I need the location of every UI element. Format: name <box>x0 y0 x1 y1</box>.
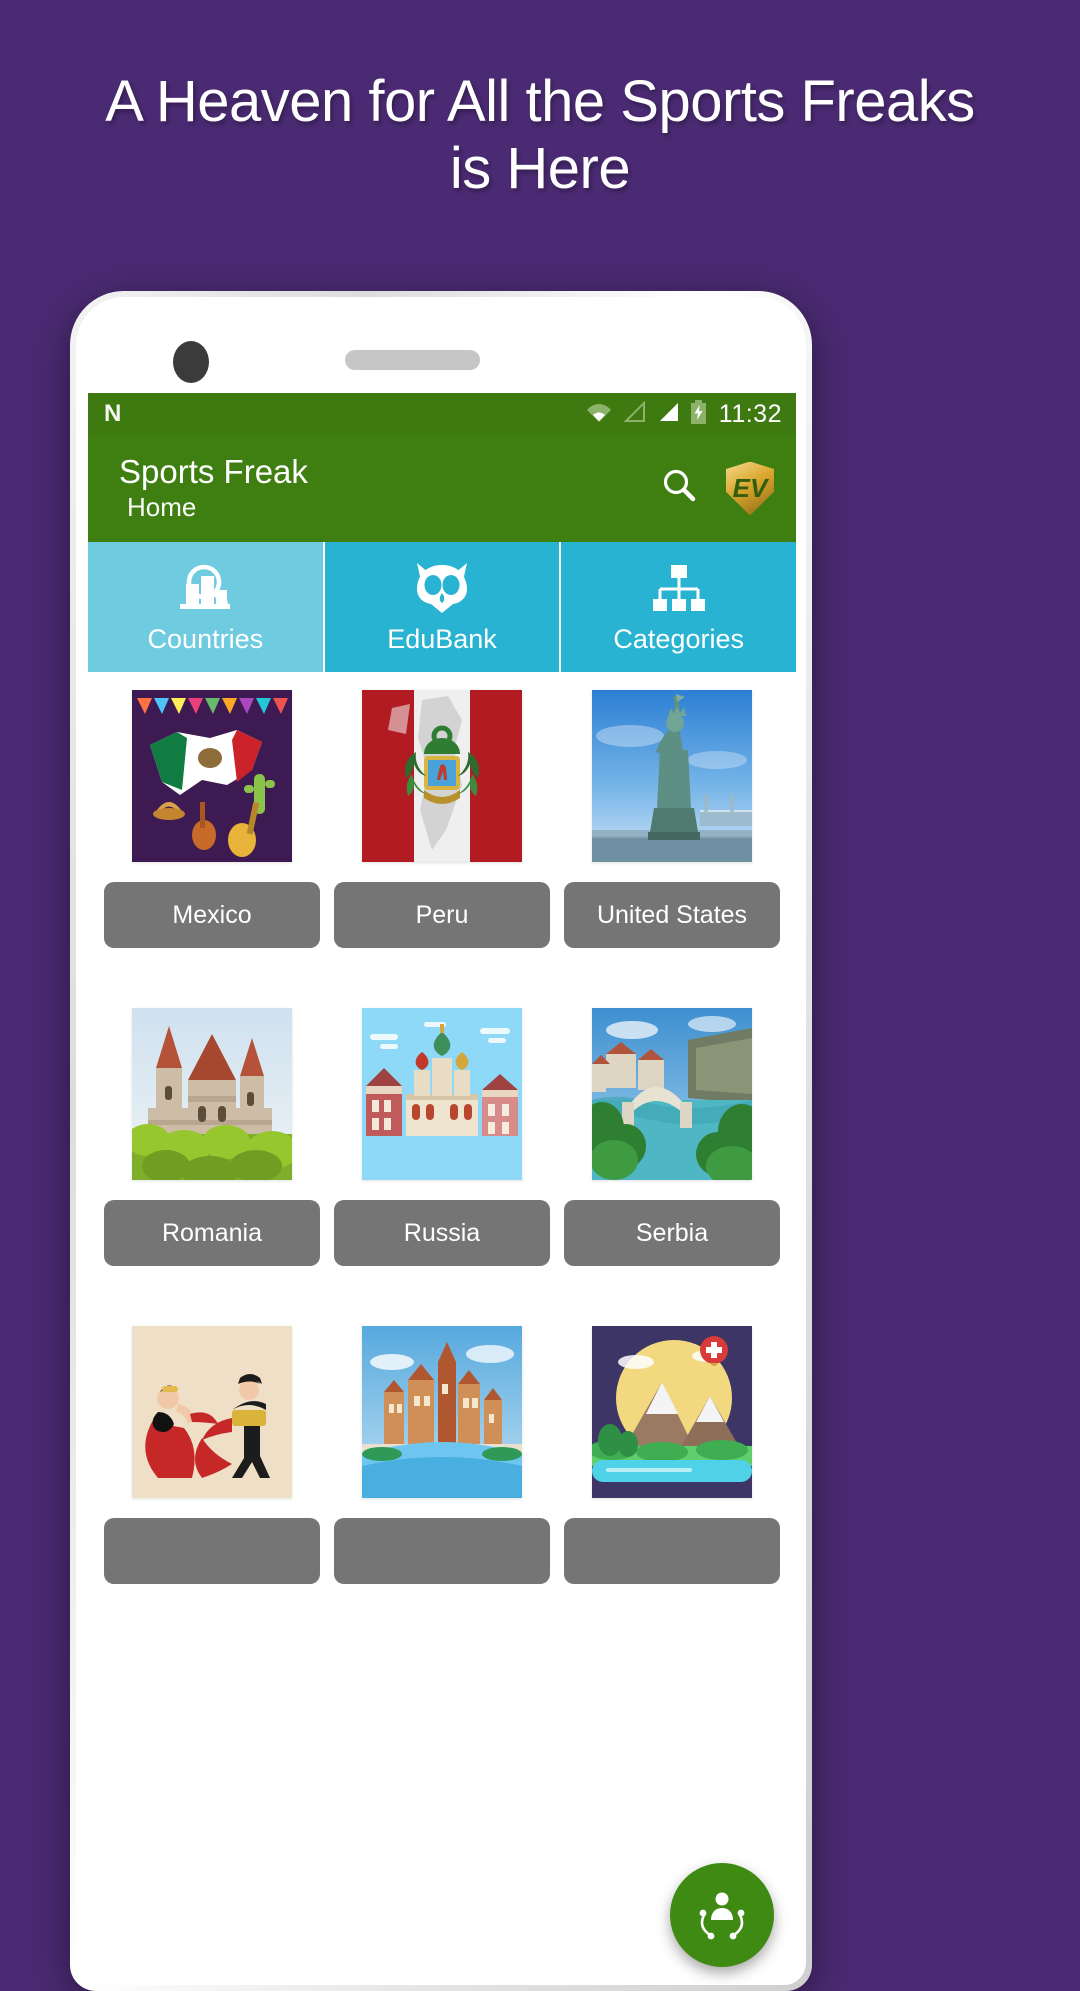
tab-bar: Countries EduBank Categories <box>88 542 796 672</box>
tab-countries[interactable]: Countries <box>88 542 325 672</box>
tab-edubank[interactable]: EduBank <box>324 542 562 672</box>
status-bar: N 11:32 <box>88 393 796 435</box>
hierarchy-icon <box>648 559 710 619</box>
country-button[interactable] <box>564 1518 780 1584</box>
country-grid: Mexico Peru United States Romania Russia… <box>88 672 796 1584</box>
app-bar: Sports Freak Home EV <box>88 435 796 542</box>
city-search-icon <box>174 559 236 619</box>
signal-empty-icon <box>622 400 646 428</box>
tab-edubank-label: EduBank <box>387 624 497 654</box>
grid-row <box>104 1326 780 1584</box>
country-button[interactable]: Mexico <box>104 882 320 948</box>
country-button[interactable]: Romania <box>104 1200 320 1266</box>
search-icon[interactable] <box>658 465 700 512</box>
ev-shield-badge-icon[interactable]: EV <box>726 461 774 516</box>
country-button[interactable]: Serbia <box>564 1200 780 1266</box>
country-thumbnail <box>362 690 522 862</box>
battery-charging-icon <box>690 399 707 429</box>
country-card-switzerland[interactable] <box>564 1326 780 1584</box>
country-thumbnail <box>132 1008 292 1180</box>
page-title: A Heaven for All the Sports Freaks is He… <box>105 69 975 202</box>
country-button[interactable]: Russia <box>334 1200 550 1266</box>
tab-categories[interactable]: Categories <box>561 542 796 672</box>
app-subtitle: Home <box>127 491 197 522</box>
country-thumbnail <box>132 1326 292 1498</box>
country-button[interactable]: United States <box>564 882 780 948</box>
signal-full-icon <box>656 401 680 428</box>
country-card-united-states[interactable]: United States <box>564 690 780 948</box>
country-button[interactable] <box>104 1518 320 1584</box>
country-card-sweden[interactable] <box>334 1326 550 1584</box>
front-camera-icon <box>173 341 209 383</box>
earpiece-speaker <box>345 350 480 370</box>
country-card-mexico[interactable]: Mexico <box>104 690 320 948</box>
person-network-icon <box>699 1892 745 1940</box>
grid-row: Mexico Peru United States <box>104 690 780 948</box>
phone-mockup: N 11:32 Sports Freak Home EV Countries E… <box>70 291 812 1991</box>
country-card-spain[interactable] <box>104 1326 320 1584</box>
country-card-romania[interactable]: Romania <box>104 1008 320 1266</box>
tab-categories-label: Categories <box>613 624 744 654</box>
country-thumbnail <box>592 1008 752 1180</box>
owl-icon <box>409 559 475 619</box>
app-title: Sports Freak <box>119 452 308 490</box>
country-thumbnail <box>592 1326 752 1498</box>
android-n-logo-icon: N <box>104 400 121 427</box>
phone-screen: N 11:32 Sports Freak Home EV Countries E… <box>88 393 796 1985</box>
country-button[interactable] <box>334 1518 550 1584</box>
person-network-fab[interactable] <box>670 1863 774 1967</box>
country-thumbnail <box>362 1008 522 1180</box>
country-thumbnail <box>592 690 752 862</box>
status-bar-clock: 11:32 <box>718 399 782 428</box>
wifi-icon <box>586 401 612 428</box>
grid-row: Romania Russia Serbia <box>104 1008 780 1266</box>
country-card-serbia[interactable]: Serbia <box>564 1008 780 1266</box>
country-card-peru[interactable]: Peru <box>334 690 550 948</box>
country-thumbnail <box>362 1326 522 1498</box>
country-card-russia[interactable]: Russia <box>334 1008 550 1266</box>
country-button[interactable]: Peru <box>334 882 550 948</box>
country-thumbnail <box>132 690 292 862</box>
tab-countries-label: Countries <box>147 624 264 654</box>
